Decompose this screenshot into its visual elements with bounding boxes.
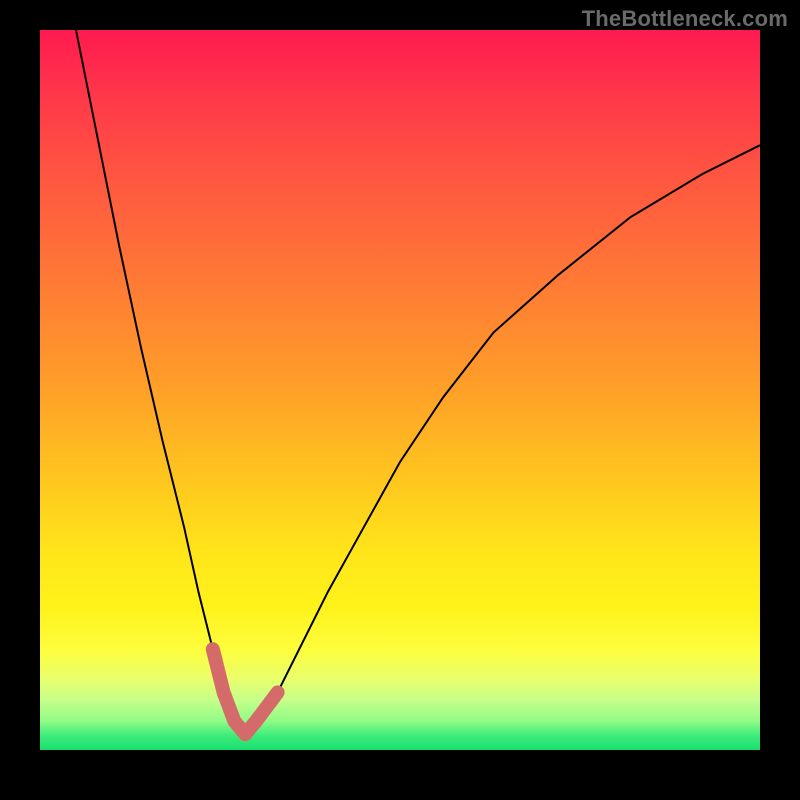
plot-area <box>40 30 760 750</box>
curve-svg <box>40 30 760 750</box>
highlight-dip <box>213 649 278 734</box>
watermark-text: TheBottleneck.com <box>582 6 788 32</box>
bottleneck-curve <box>76 30 760 734</box>
